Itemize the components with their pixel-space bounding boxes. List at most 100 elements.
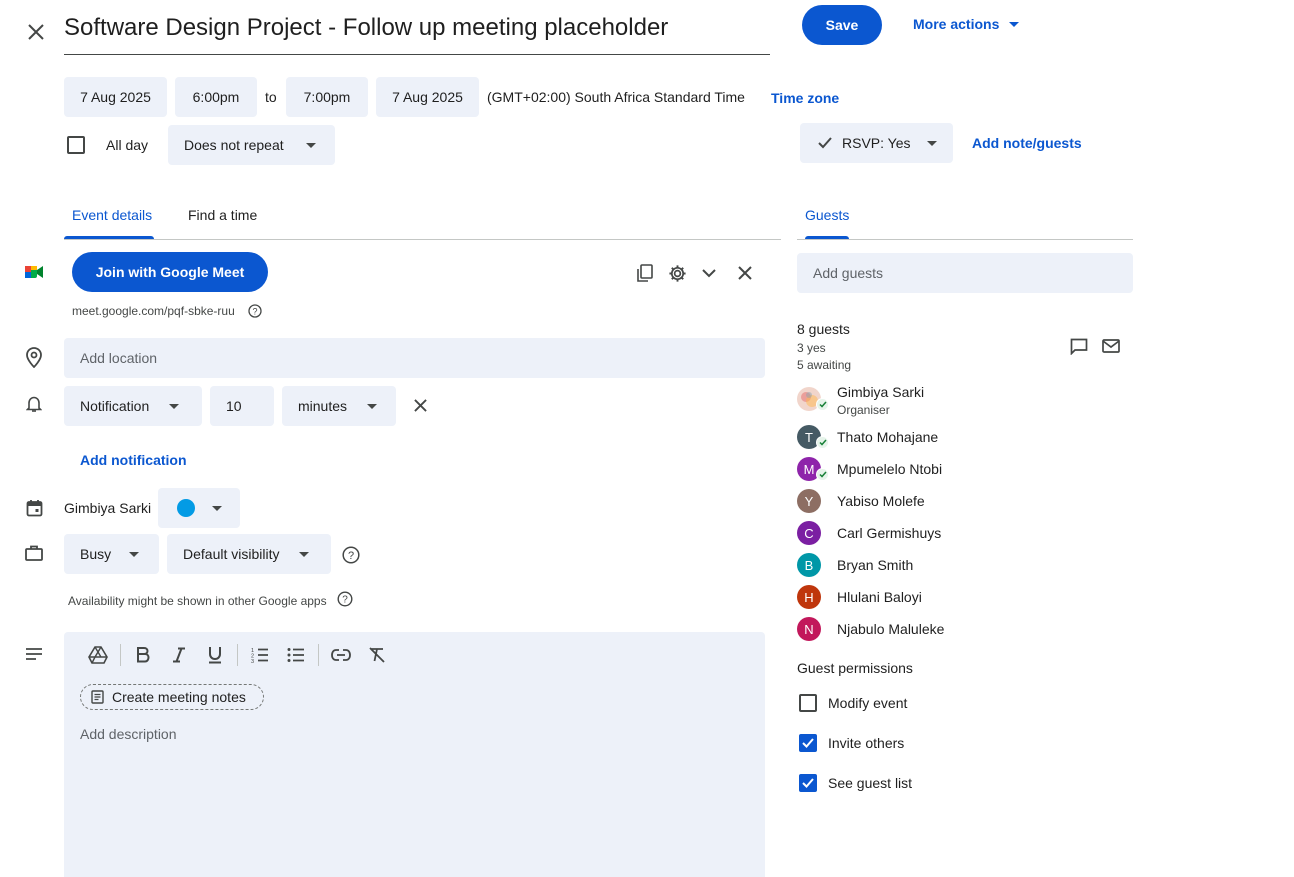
busy-status-value: Busy <box>80 546 112 562</box>
guest-name[interactable]: Gimbiya Sarki <box>837 384 924 400</box>
end-time-value: 7:00pm <box>303 89 351 105</box>
add-notification-link[interactable]: Add notification <box>80 452 187 468</box>
tab-event-details[interactable]: Event details <box>72 207 152 223</box>
visibility-dropdown[interactable]: Default visibility <box>167 534 331 574</box>
avatar-initial: Y <box>804 493 814 509</box>
tabs-divider <box>64 239 781 240</box>
google-meet-icon <box>24 262 44 282</box>
underline-icon[interactable] <box>203 643 227 667</box>
calendar-color-dropdown[interactable] <box>158 488 240 528</box>
visibility-chevron-icon <box>299 551 310 557</box>
avatar: Y <box>797 489 821 513</box>
more-actions-chevron-icon <box>1009 21 1020 27</box>
svg-text:?: ? <box>342 595 348 606</box>
guest-permissions-title: Guest permissions <box>797 660 913 676</box>
add-note-guests-link[interactable]: Add note/guests <box>972 135 1082 151</box>
save-button[interactable]: Save <box>802 5 882 45</box>
timezone-link[interactable]: Time zone <box>771 90 839 106</box>
end-time-field[interactable]: 7:00pm <box>286 77 368 117</box>
visibility-help-icon[interactable]: ? <box>341 545 360 564</box>
tab-guests[interactable]: Guests <box>805 207 849 223</box>
copy-icon[interactable] <box>633 261 657 285</box>
modify-event-label: Modify event <box>828 695 908 711</box>
notification-type-dropdown[interactable]: Notification <box>64 386 202 426</box>
invite-others-label: Invite others <box>828 735 905 751</box>
avatar: N <box>797 617 821 641</box>
calendar-color-swatch <box>177 499 195 517</box>
bulleted-list-icon[interactable] <box>284 643 308 667</box>
busy-status-dropdown[interactable]: Busy <box>64 534 159 574</box>
avatar-initial: B <box>804 557 814 573</box>
guest-name[interactable]: Carl Germishuys <box>837 525 941 541</box>
invite-others-checkbox[interactable] <box>799 734 817 752</box>
tab-find-a-time[interactable]: Find a time <box>188 207 257 223</box>
availability-help-icon[interactable]: ? <box>337 591 353 607</box>
add-guests-input[interactable]: Add guests <box>797 253 1133 293</box>
repeat-chevron-icon <box>305 142 316 148</box>
check-icon <box>818 137 832 149</box>
accepted-check-icon <box>816 436 829 449</box>
toolbar-divider <box>318 644 319 666</box>
location-pin-icon <box>24 346 44 368</box>
remove-notification-close-icon[interactable] <box>408 393 432 417</box>
all-day-label: All day <box>106 137 149 153</box>
guest-name[interactable]: Yabiso Molefe <box>837 493 925 509</box>
bell-icon <box>24 394 44 414</box>
description-editor[interactable] <box>64 632 765 877</box>
to-label: to <box>265 89 277 105</box>
italic-icon[interactable] <box>167 643 191 667</box>
numbered-list-icon[interactable]: 123 <box>248 643 272 667</box>
svg-text:3: 3 <box>251 659 254 663</box>
guest-name[interactable]: Thato Mohajane <box>837 429 938 445</box>
avatar: B <box>797 553 821 577</box>
create-meeting-notes-button[interactable]: Create meeting notes <box>80 684 264 710</box>
google-drive-icon[interactable] <box>86 643 110 667</box>
busy-status-chevron-icon <box>129 551 140 557</box>
timezone-text: (GMT+02:00) South Africa Standard Time <box>487 89 745 105</box>
notification-value: 10 <box>226 398 242 414</box>
guests-tabs-divider <box>797 239 1133 240</box>
email-guests-icon[interactable] <box>1099 334 1123 358</box>
start-date-field[interactable]: 7 Aug 2025 <box>64 77 167 117</box>
guest-name[interactable]: Hlulani Baloyi <box>837 589 922 605</box>
meet-link[interactable]: meet.google.com/pqf-sbke-ruu <box>72 304 235 318</box>
guest-name[interactable]: Bryan Smith <box>837 557 913 573</box>
description-placeholder[interactable]: Add description <box>80 726 177 742</box>
join-google-meet-button[interactable]: Join with Google Meet <box>72 252 268 292</box>
rsvp-dropdown[interactable]: RSVP: Yes <box>800 123 953 163</box>
location-input[interactable]: Add location <box>64 338 765 378</box>
location-placeholder: Add location <box>80 350 158 366</box>
remove-meet-close-icon[interactable] <box>733 261 757 285</box>
more-actions-button[interactable]: More actions <box>913 14 1020 34</box>
guest-count: 8 guests <box>797 321 850 337</box>
join-meet-label: Join with Google Meet <box>95 264 245 280</box>
guest-yes-count: 3 yes <box>797 341 826 355</box>
repeat-value: Does not repeat <box>184 137 284 153</box>
bold-icon[interactable] <box>131 643 155 667</box>
description-lines-icon <box>24 645 44 663</box>
close-icon[interactable] <box>24 20 48 44</box>
start-time-value: 6:00pm <box>192 89 240 105</box>
notification-type-value: Notification <box>80 398 150 414</box>
guest-role: Organiser <box>837 403 890 417</box>
create-meeting-notes-label: Create meeting notes <box>112 689 246 705</box>
link-icon[interactable] <box>329 643 353 667</box>
event-title-input[interactable]: Software Design Project - Follow up meet… <box>64 14 668 42</box>
guest-name[interactable]: Mpumelelo Ntobi <box>837 461 942 477</box>
start-time-field[interactable]: 6:00pm <box>175 77 257 117</box>
guest-name[interactable]: Njabulo Maluleke <box>837 621 944 637</box>
end-date-field[interactable]: 7 Aug 2025 <box>376 77 479 117</box>
modify-event-checkbox[interactable] <box>799 694 817 712</box>
message-guests-chat-icon[interactable] <box>1067 334 1091 358</box>
avatar: H <box>797 585 821 609</box>
expand-chevron-icon[interactable] <box>697 261 721 285</box>
help-icon[interactable]: ? <box>247 303 262 318</box>
all-day-checkbox[interactable] <box>67 136 85 154</box>
clear-formatting-icon[interactable] <box>365 643 389 667</box>
notification-value-input[interactable]: 10 <box>210 386 274 426</box>
repeat-dropdown[interactable]: Does not repeat <box>168 125 335 165</box>
notification-unit-dropdown[interactable]: minutes <box>282 386 396 426</box>
accepted-check-icon <box>816 398 829 411</box>
settings-gear-icon[interactable] <box>665 261 689 285</box>
see-guest-list-checkbox[interactable] <box>799 774 817 792</box>
